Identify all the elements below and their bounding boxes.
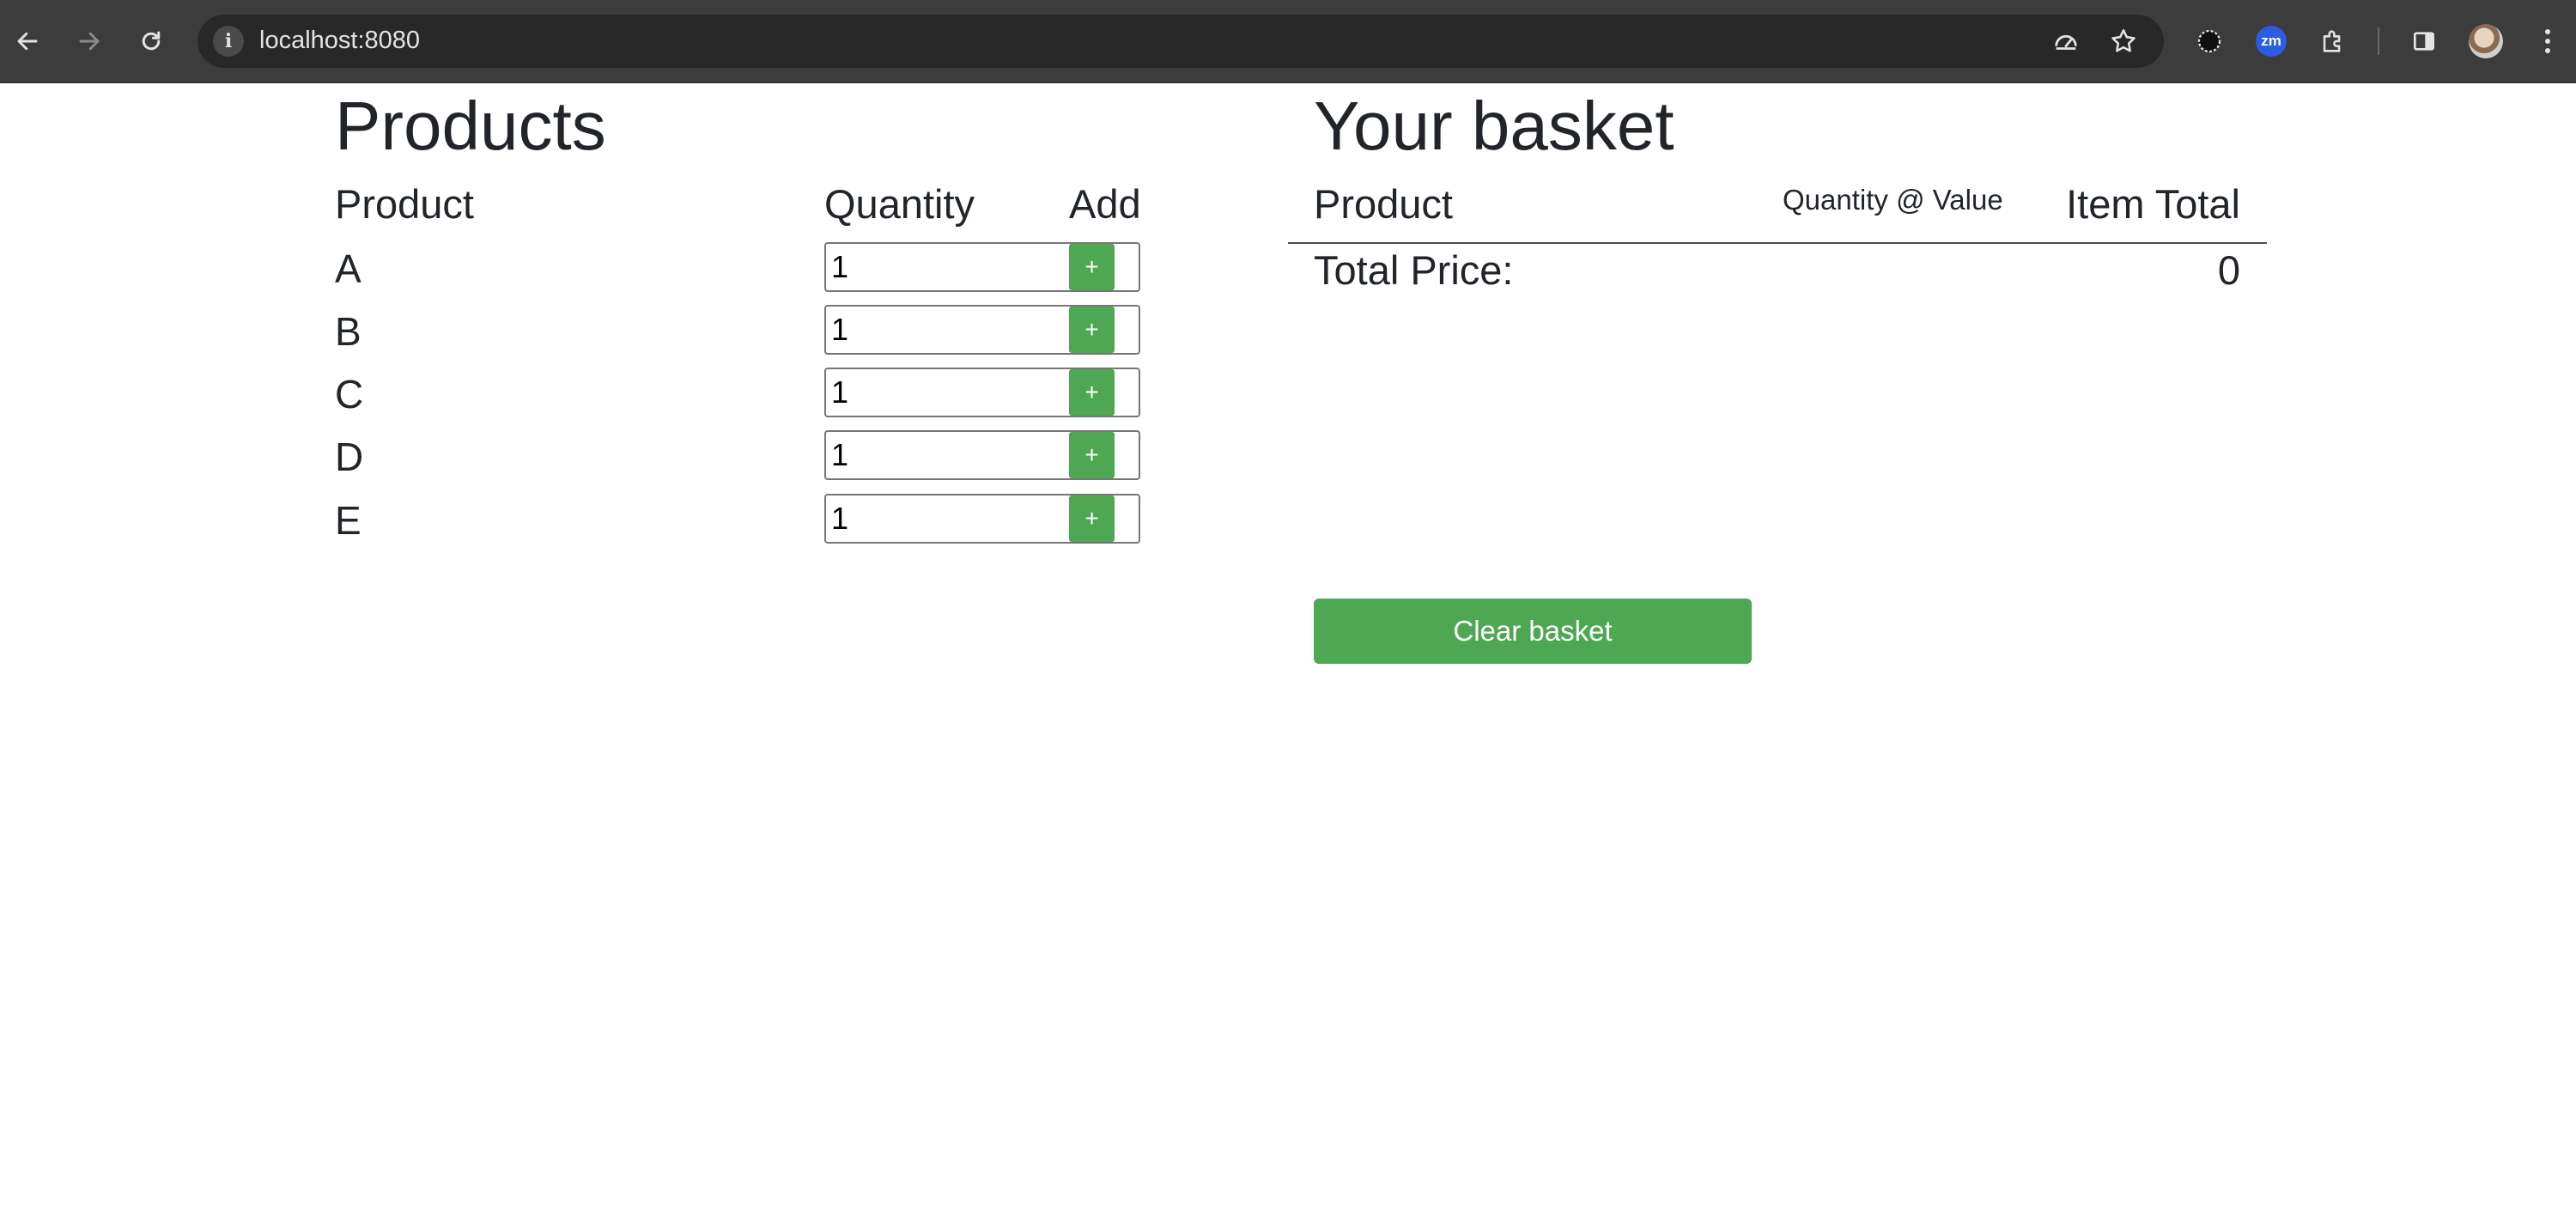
address-bar[interactable]: i localhost:8080 <box>197 15 2164 68</box>
url-text[interactable]: localhost:8080 <box>259 27 420 55</box>
products-title: Products <box>335 88 606 164</box>
kebab-menu-icon[interactable] <box>2525 19 2570 64</box>
add-button-d[interactable]: + <box>1069 432 1115 478</box>
reload-icon <box>142 31 161 51</box>
product-name-a: A <box>335 246 361 291</box>
star-icon[interactable] <box>2108 26 2139 57</box>
total-price-label: Total Price: <box>1314 247 1514 293</box>
products-quantity-header: Quantity <box>824 181 975 227</box>
products-product-header: Product <box>335 181 474 227</box>
info-icon[interactable]: i <box>213 26 244 57</box>
puzzle-icon[interactable] <box>2311 19 2355 64</box>
browser-toolbar: i localhost:8080 zm <box>0 0 2576 83</box>
basket-item-total-header: Item Total <box>2066 181 2240 227</box>
clear-basket-button[interactable]: Clear basket <box>1314 599 1752 664</box>
add-button-e[interactable]: + <box>1069 495 1115 542</box>
product-name-c: C <box>335 372 364 416</box>
toolbar-divider <box>2378 27 2379 55</box>
basket-title: Your basket <box>1314 88 1674 164</box>
avatar <box>2469 24 2503 58</box>
zoom-extension-icon[interactable]: zm <box>2249 19 2293 64</box>
side-panel-icon[interactable] <box>2402 19 2446 64</box>
add-button-a[interactable]: + <box>1069 244 1115 290</box>
product-name-b: B <box>335 309 361 354</box>
gear-icon[interactable] <box>2187 19 2232 64</box>
add-button-b[interactable]: + <box>1069 307 1115 353</box>
total-price-value: 0 <box>2217 247 2240 293</box>
basket-product-header: Product <box>1314 181 1453 227</box>
arrow-left-icon <box>17 32 38 51</box>
speedometer-icon[interactable] <box>2050 26 2081 57</box>
profile-avatar[interactable] <box>2464 19 2508 64</box>
arrow-right-icon <box>79 32 100 51</box>
back-button[interactable] <box>5 19 50 64</box>
basket-divider <box>1288 242 2267 244</box>
basket-quantity-value-header: Quantity @ Value <box>1783 184 2003 216</box>
forward-button[interactable] <box>67 19 112 64</box>
reload-button[interactable] <box>129 19 173 64</box>
products-add-header: Add <box>1069 181 1141 227</box>
product-name-d: D <box>335 435 364 479</box>
add-button-c[interactable]: + <box>1069 369 1115 416</box>
product-name-e: E <box>335 498 361 543</box>
